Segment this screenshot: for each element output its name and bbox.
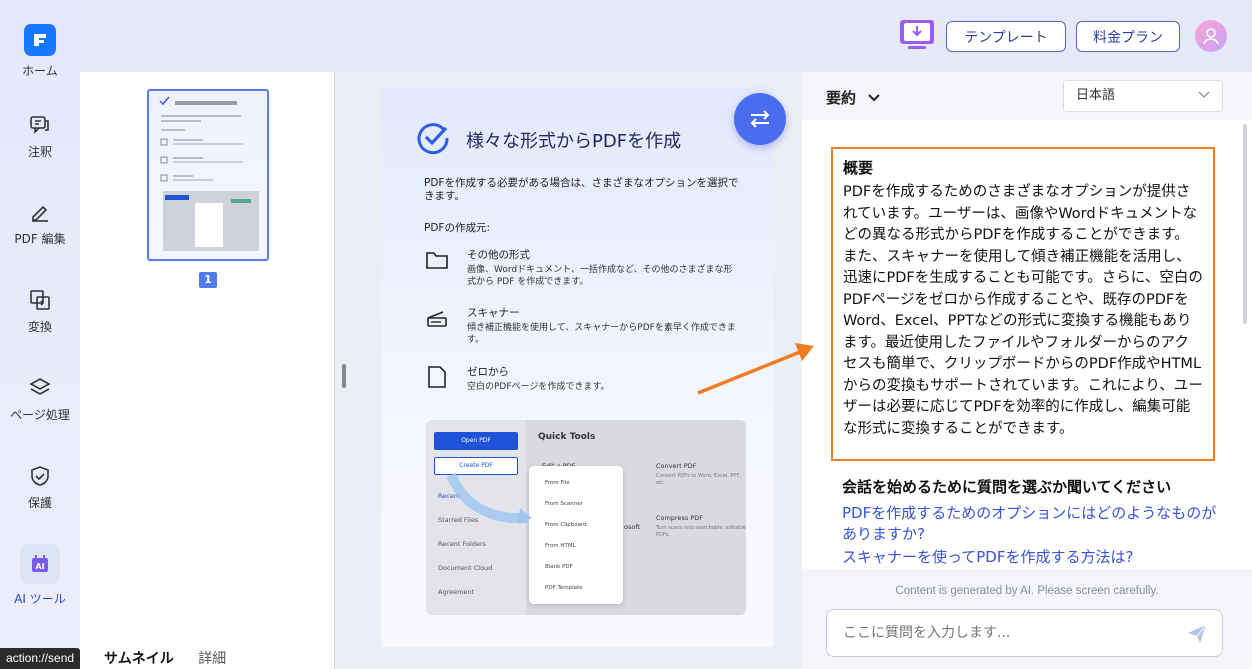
ai-tool-icon: AI: [20, 544, 60, 584]
summary-box: 概要 PDFを作成するためのさまざまなオプションが提供されています。ユーザーは、…: [831, 147, 1215, 461]
download-app-icon[interactable]: [898, 18, 936, 52]
option-desc: 空白のPDFページを作成できます。: [467, 382, 610, 392]
mock-create-menu: From File From Scanner From Clipboard Fr…: [529, 466, 623, 604]
comment-icon: [28, 113, 52, 137]
option-title: スキャナー: [467, 307, 520, 319]
ai-scrollbar[interactable]: [1243, 120, 1249, 560]
mock-quick-tools: Quick Tools: [538, 432, 596, 442]
page-heading: 様々な形式からPDFを作成: [466, 131, 682, 152]
rail-home-label: ホーム: [22, 64, 58, 78]
tab-detail[interactable]: 詳細: [198, 651, 226, 667]
user-avatar[interactable]: [1195, 20, 1227, 52]
rail-edit-label: PDF 編集: [14, 232, 66, 246]
rail-page-label: ページ処理: [10, 408, 70, 422]
questions-heading: 会話を始めるために質問を選ぶか聞いてください: [842, 478, 1172, 496]
panel-resize-handle[interactable]: [342, 364, 346, 388]
question-input[interactable]: [826, 609, 1223, 657]
mock-card-desc: Turn scans into searchable, editable PDF…: [656, 525, 746, 538]
rail-annotate-label: 注釈: [27, 145, 52, 159]
template-button[interactable]: テンプレート: [946, 21, 1066, 52]
rail-convert[interactable]: 変換: [0, 288, 80, 335]
rail-protect[interactable]: 保護: [0, 464, 80, 511]
summary-heading: 概要: [843, 159, 874, 177]
chevron-down-icon: [1198, 81, 1210, 111]
send-icon[interactable]: [1186, 623, 1208, 645]
language-select[interactable]: 日本語: [1063, 80, 1223, 112]
rail-annotate[interactable]: 注釈: [0, 113, 80, 160]
rail-ai-label: AI ツール: [14, 592, 66, 606]
document-viewer[interactable]: 様々な形式からPDFを作成 PDFを作成する必要がある場合は、さまざまなオプショ…: [335, 72, 802, 669]
rail-home[interactable]: ホーム: [0, 24, 80, 79]
rail-edit[interactable]: PDF 編集: [0, 200, 80, 247]
mock-nav-item: Recent Folders: [438, 540, 487, 548]
suggested-question[interactable]: PDFを作成するためのオプションにはどのようなものがありますか?: [842, 503, 1217, 545]
mock-open-pdf: Open PDF: [434, 432, 518, 450]
option-other-formats: その他の形式 画像、Wordドキュメント、一括作成など、その他のさまざまな形式か…: [424, 247, 744, 287]
left-rail: ホーム 注釈 PDF 編集 変換 ページ処理 保護 AI AI ツール: [0, 0, 80, 669]
option-blank: ゼロから 空白のPDFページを作成できます。: [424, 364, 744, 404]
thumbnail-panel: 1 サムネイル 詳細: [80, 72, 334, 669]
page-intro: PDFを作成する必要がある場合は、さまざまなオプションを選択できます。: [424, 177, 739, 202]
mode-label: 要約: [826, 89, 857, 107]
mock-convert-card: Convert PDF Convert PDFs to Word, Excel,…: [656, 462, 746, 487]
mock-menu-item: PDF Template: [545, 585, 583, 591]
shield-icon: [28, 464, 52, 488]
scanner-icon: [427, 311, 447, 327]
svg-text:AI: AI: [35, 562, 44, 571]
mock-compress-card: Compress PDF Turn scans into searchable,…: [656, 514, 746, 539]
pdf-page: 様々な形式からPDFを作成 PDFを作成する必要がある場合は、さまざまなオプショ…: [381, 87, 774, 647]
screenshot-illustration: Open PDF Create PDF Recent Starred Files…: [426, 420, 746, 615]
rail-page[interactable]: ページ処理: [0, 376, 80, 423]
rail-ai[interactable]: AI AI ツール: [0, 544, 80, 607]
mock-menu-item: From HTML: [545, 543, 576, 549]
convert-icon: [28, 288, 52, 312]
swap-button[interactable]: [734, 93, 786, 145]
page-thumbnail[interactable]: [147, 89, 269, 261]
ai-panel-header: 要約 日本語: [802, 72, 1252, 120]
chevron-down-icon: [868, 94, 880, 102]
mock-menu-item: From Scanner: [545, 501, 583, 507]
blank-page-icon: [428, 366, 446, 388]
swap-arrows-icon: [750, 110, 770, 128]
option-title: その他の形式: [467, 249, 530, 261]
ai-footer: Content is generated by AI. Please scree…: [802, 569, 1252, 669]
mock-nav-item: Document Cloud: [438, 564, 493, 572]
summary-text: PDFを作成するためのさまざまなオプションが提供されています。ユーザーは、画像や…: [843, 184, 1203, 437]
thumbnail-tabs: サムネイル 詳細: [104, 648, 246, 668]
top-bar: テンプレート 料金プラン: [80, 0, 1252, 72]
language-value: 日本語: [1076, 88, 1116, 103]
mock-menu-item: From Clipboard: [545, 522, 587, 528]
mock-menu-item: Blank PDF: [545, 564, 573, 570]
folder-icon: [426, 252, 448, 269]
mock-soft-label: osoft: [624, 523, 641, 531]
status-bar: action://send: [0, 648, 81, 669]
mock-card-title: Convert PDF: [656, 462, 697, 470]
pen-icon: [28, 200, 52, 224]
option-desc: 傾き補正機能を使用して、スキャナーからPDFを素早く作成できます。: [467, 323, 736, 345]
option-title: ゼロから: [467, 366, 509, 378]
option-desc: 画像、Wordドキュメント、一括作成など、その他のさまざまな形式から PDF を…: [467, 265, 733, 287]
check-circle-icon: [417, 123, 449, 155]
page-number-badge: 1: [199, 272, 217, 288]
mock-card-desc: Convert PDFs to Word, Excel, PPT, etc.: [656, 473, 742, 486]
pricing-button[interactable]: 料金プラン: [1076, 21, 1180, 52]
layers-icon: [28, 376, 52, 400]
ai-panel: 要約 日本語 概要 PDFを作成するためのさまざまなオプションが提供されています…: [802, 72, 1252, 669]
sources-heading: PDFの作成元:: [424, 222, 490, 234]
mock-menu-item: From File: [545, 480, 570, 486]
mode-dropdown[interactable]: 要約: [826, 87, 881, 108]
app-logo-icon: [24, 24, 56, 56]
ai-disclaimer: Content is generated by AI. Please scree…: [895, 585, 1159, 597]
rail-protect-label: 保護: [27, 496, 52, 510]
mock-nav-item: Agreement: [438, 588, 475, 596]
curved-arrow-graphic: [446, 472, 532, 524]
option-scanner: スキャナー 傾き補正機能を使用して、スキャナーからPDFを素早く作成できます。: [424, 305, 744, 345]
rail-convert-label: 変換: [27, 320, 52, 334]
tab-thumbnail[interactable]: サムネイル: [104, 651, 174, 667]
mock-card-title: Compress PDF: [656, 514, 704, 522]
